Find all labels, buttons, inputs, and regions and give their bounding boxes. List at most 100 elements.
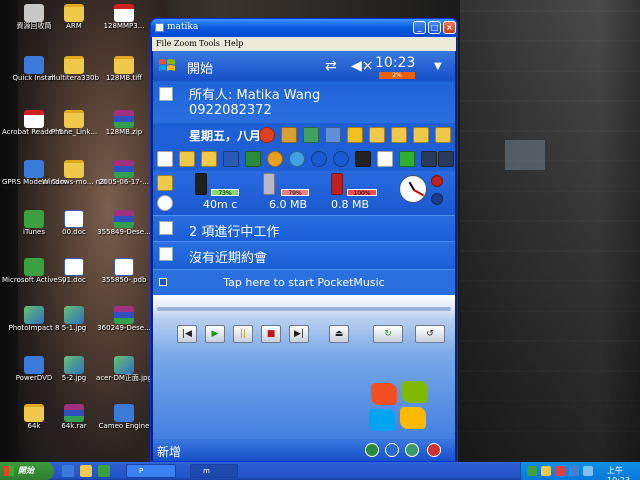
taskbar-item-p[interactable]: P [126,464,176,478]
desktop-icon[interactable]: 128MB.tiff [92,56,156,82]
folder-icon [64,4,84,22]
desktop-icon[interactable]: Cameo Engine [92,404,156,430]
folder-icon[interactable] [179,151,195,167]
chevron-down-icon[interactable]: ▼ [434,61,442,72]
close-button[interactable]: × [443,21,456,34]
menu-zoom[interactable]: Zoom [174,39,197,48]
folder-icon[interactable] [201,151,217,167]
folder-icon[interactable] [369,127,385,143]
memory-card-icon[interactable] [355,151,371,167]
gear-icon[interactable] [399,151,415,167]
menu-help[interactable]: Help [224,39,243,48]
bell-icon[interactable] [347,127,363,143]
people-icon[interactable] [281,127,297,143]
excel-icon[interactable] [245,151,261,167]
menu-tools[interactable]: Tools [199,39,220,48]
grid-icon[interactable] [377,151,393,167]
storage-value: 0.8 MB [331,198,370,211]
desktop-icon-label: 128MB.zip [105,128,143,136]
new-softkey[interactable]: 新增 [157,443,181,460]
activesync-tray-icon[interactable] [583,466,593,476]
next-button[interactable]: ▶| [289,325,309,343]
sync-status-icon[interactable] [385,443,399,457]
desktop-icon[interactable]: 355849-Dese... [92,210,156,236]
repeat-button[interactable]: ↻ [373,325,403,343]
device-window: matika _ □ × File Zoom Tools Help 開始 ⇄ ◀… [150,18,458,462]
help-icon[interactable] [431,193,443,205]
eject-button[interactable]: ⏏ [329,325,349,343]
window-title: matika [167,22,199,32]
minimize-button[interactable]: _ [413,21,426,34]
desktop-icon-label: 355849-Dese... [97,228,151,236]
maximize-button[interactable]: □ [428,21,441,34]
desktop-icon[interactable]: 2005-06-17-... [92,160,156,186]
keyboard-icon[interactable] [427,443,441,457]
device-clock[interactable]: 10:23 [375,55,415,71]
chevron-down-icon[interactable] [421,151,437,167]
desktop-icon-label: 128MMP3... [103,22,145,30]
folder-icon[interactable] [413,127,429,143]
previous-button[interactable]: |◀ [177,325,197,343]
taskbar-clock[interactable]: 上午 10:23 [607,465,640,480]
menu-file[interactable]: File [156,39,171,48]
desktop-icon[interactable]: 128MMP3... [92,4,156,30]
record-icon[interactable] [431,175,443,187]
bluetooth-icon[interactable] [311,151,327,167]
security-tray-icon[interactable] [555,466,565,476]
play-button[interactable]: ▶ [205,325,225,343]
img-icon [64,306,84,324]
desktop-icon[interactable]: 360249-Dese... [92,306,156,332]
progress-bar[interactable] [157,307,451,311]
taskbar-item-m[interactable]: m [190,464,238,478]
folder-icon[interactable] [391,127,407,143]
volume-icon[interactable]: ◀× [351,58,374,74]
app-icon [24,356,44,374]
logo-green [402,381,428,403]
folder-icon[interactable] [435,127,451,143]
sync-icon[interactable] [157,195,173,211]
start-button[interactable]: 開始 [0,462,54,480]
owner-name: 所有人: Matika Wang [189,88,321,103]
volume-tray-icon[interactable] [541,466,551,476]
window-titlebar[interactable]: matika _ □ × [151,19,457,37]
owner-info[interactable]: 所有人: Matika Wang 0922082372 [153,81,455,123]
word-icon[interactable] [223,151,239,167]
folder-icon[interactable] [157,175,173,191]
folder-icon[interactable] [80,465,92,477]
doc-icon [64,258,84,276]
bluetooth-icon[interactable] [333,151,349,167]
network-icon[interactable] [365,443,379,457]
pocketmusic-hint[interactable]: Tap here to start PocketMusic [153,269,455,295]
calendar-row[interactable]: 沒有近期約會 [153,241,455,269]
browser-icon[interactable] [62,465,74,477]
chevron-up-icon[interactable] [438,151,454,167]
document-icon[interactable] [157,151,173,167]
storage-icon [331,173,343,195]
network-tray-icon[interactable] [527,466,537,476]
shuffle-button[interactable]: ↺ [415,325,445,343]
globe-icon[interactable] [289,151,305,167]
battery-icon [195,173,207,195]
connectivity-icon[interactable]: ⇄ [325,58,337,74]
sync-tray-icon[interactable] [569,466,579,476]
power-icon[interactable] [259,127,275,143]
desktop-icon[interactable]: 355850-.pdb [92,258,156,284]
settings-icon[interactable] [325,127,341,143]
connection-icon[interactable] [405,443,419,457]
media-icon[interactable] [267,151,283,167]
desktop-icon-label: 2005-06-17-... [99,178,149,186]
media-player-icon[interactable] [98,465,110,477]
app-icon [24,56,44,74]
folder-icon [64,110,84,128]
stop-button[interactable]: ■ [261,325,281,343]
windows-flag-icon[interactable] [157,56,177,76]
start-menu-label[interactable]: 開始 [187,58,213,77]
doc-icon [114,258,134,276]
desktop-icon[interactable]: 128MB.zip [92,110,156,136]
pause-button[interactable]: || [233,325,253,343]
device-screen: 開始 ⇄ ◀× 10:23 2% ▼ 所有人: Matika Wang 0922… [153,51,455,461]
desktop-icon[interactable]: acer-DM正面.jpg [92,356,156,382]
shield-icon[interactable] [303,127,319,143]
clock-icon[interactable] [399,175,427,203]
tasks-row[interactable]: 2 項進行中工作 [153,215,455,241]
